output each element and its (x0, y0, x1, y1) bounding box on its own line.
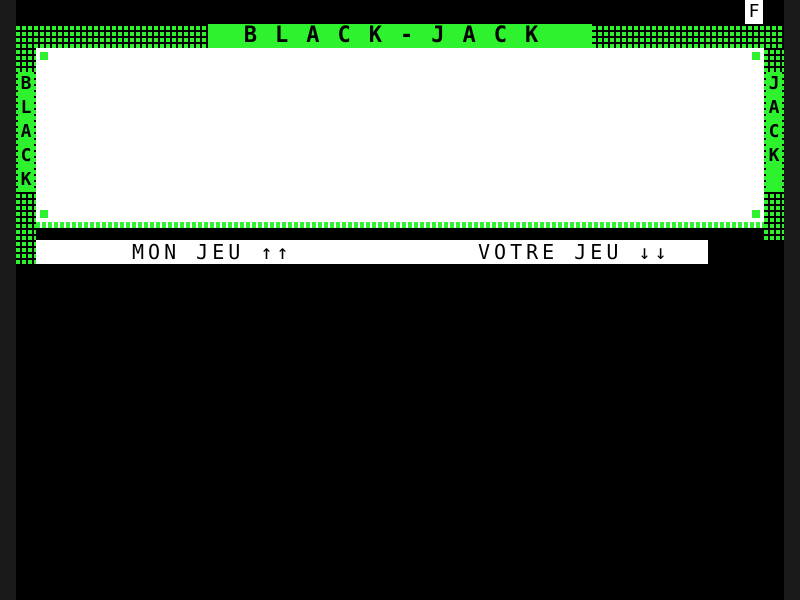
left-border-strip (0, 0, 16, 600)
right-letter: J (768, 73, 780, 94)
corner-decoration (752, 210, 760, 218)
left-vertical-title: B L A C K (18, 72, 34, 192)
corner-decoration (40, 52, 48, 60)
my-hand-label: MON JEU ↑↑ (132, 240, 293, 264)
table-divider (36, 222, 764, 228)
right-border-strip (784, 0, 800, 600)
right-vertical-title: J A C K (766, 72, 782, 192)
game-title: BLACK-JACK (208, 24, 592, 48)
left-letter: K (20, 169, 32, 190)
left-letter: B (20, 73, 32, 94)
card-table-area (36, 48, 764, 224)
corner-decoration (40, 210, 48, 218)
right-letter: C (768, 121, 780, 142)
right-letter: A (768, 97, 780, 118)
status-flag: F (745, 0, 763, 24)
blackjack-table: BLACK-JACK B L A C K J A C K (16, 24, 784, 264)
left-letter: A (20, 121, 32, 142)
left-letter: L (20, 97, 32, 118)
your-hand-label: VOTRE JEU ↓↓ (478, 240, 671, 264)
right-letter: K (768, 145, 780, 166)
left-letter: C (20, 145, 32, 166)
corner-decoration (752, 52, 760, 60)
